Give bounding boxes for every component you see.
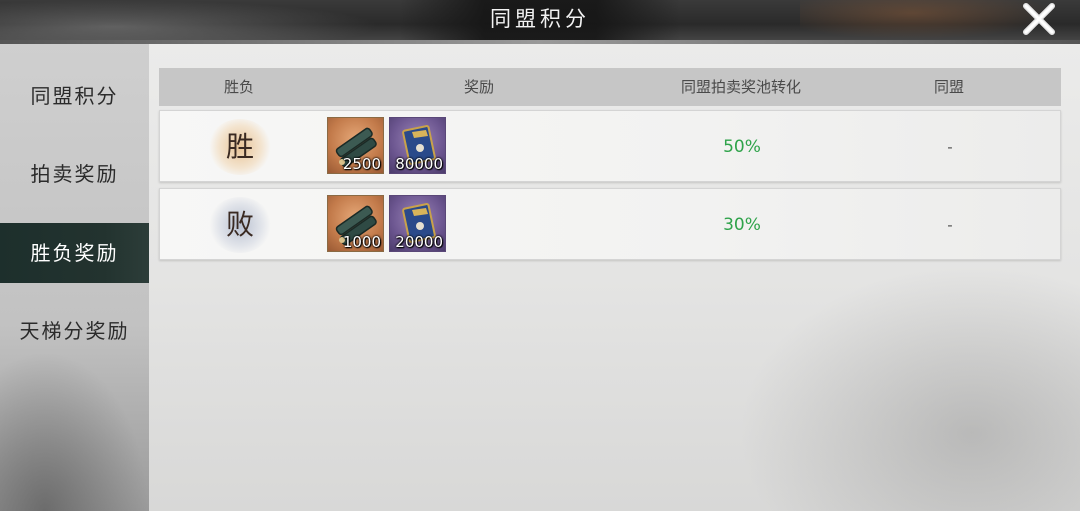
result-badge: 败 (190, 195, 290, 255)
result-badge: 胜 (190, 117, 290, 177)
header-alliance: 同盟 (933, 78, 964, 96)
sidebar-item-auction-rewards[interactable]: 拍卖奖励 (0, 144, 149, 204)
result-text: 胜 (225, 130, 254, 163)
sidebar-item-ladder-rewards[interactable]: 天梯分奖励 (0, 301, 149, 361)
table-header: 胜负 奖励 同盟拍卖奖池转化 同盟 (159, 68, 1061, 106)
reward-quantity: 80000 (395, 155, 443, 173)
sidebar-item-alliance-points[interactable]: 同盟积分 (0, 66, 149, 126)
close-x-icon (1023, 3, 1055, 35)
auction-conversion-value: 50% (723, 137, 761, 157)
alliance-value: - (947, 216, 953, 234)
table-row-lose: 败 1000 20000 30% - (159, 188, 1061, 260)
sidebar-item-win-lose-rewards[interactable]: 胜负奖励 (0, 223, 149, 283)
header-auction-conversion: 同盟拍卖奖池转化 (680, 78, 801, 96)
reward-item-book[interactable]: 20000 (389, 195, 446, 252)
header-rewards: 奖励 (463, 78, 494, 96)
result-text: 败 (225, 208, 254, 241)
reward-item-scroll[interactable]: 1000 (327, 195, 384, 252)
auction-conversion-value: 30% (723, 215, 761, 235)
table-row-win: 胜 2500 80000 50% - (159, 110, 1061, 182)
close-button[interactable] (1018, 0, 1060, 38)
header-result: 胜负 (223, 78, 254, 96)
reward-item-scroll[interactable]: 2500 (327, 117, 384, 174)
main-panel: 胜负 奖励 同盟拍卖奖池转化 同盟 胜 2500 80000 50% - 败 1… (149, 44, 1080, 511)
reward-item-book[interactable]: 80000 (389, 117, 446, 174)
window-title: 同盟积分 (490, 7, 590, 31)
reward-quantity: 20000 (395, 233, 443, 251)
sidebar: 同盟积分 拍卖奖励 胜负奖励 天梯分奖励 (0, 44, 149, 511)
alliance-value: - (947, 138, 953, 156)
reward-quantity: 2500 (342, 155, 381, 173)
reward-quantity: 1000 (342, 233, 381, 251)
